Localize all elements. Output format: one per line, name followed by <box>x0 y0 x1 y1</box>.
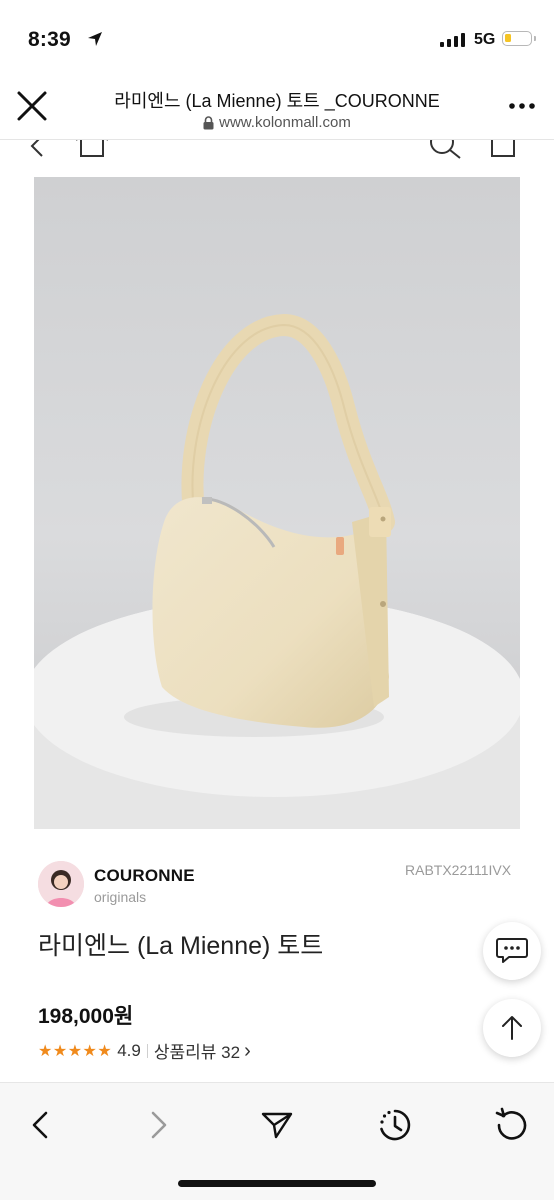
back-icon <box>32 1111 48 1139</box>
history-button[interactable] <box>373 1103 417 1147</box>
site-back-icon[interactable] <box>24 140 48 160</box>
reload-button[interactable] <box>490 1103 534 1147</box>
product-code: RABTX22111IVX <box>405 862 512 878</box>
brand-subtitle: originals <box>94 889 147 905</box>
battery-icon <box>502 31 536 46</box>
product-price: 198,000원 <box>38 1005 134 1028</box>
nav-forward-button[interactable] <box>137 1103 181 1147</box>
brand-name[interactable]: COURONNE <box>94 866 195 886</box>
chat-button[interactable] <box>483 922 541 980</box>
page-title: 라미엔느 (La Mienne) 토트 _COURONNE <box>114 91 440 111</box>
nav-back-button[interactable] <box>18 1103 62 1147</box>
home-indicator[interactable] <box>178 1180 376 1187</box>
scroll-top-button[interactable] <box>483 999 541 1057</box>
more-icon[interactable] <box>506 96 538 116</box>
arrow-up-icon <box>502 1016 522 1040</box>
page-url: www.kolonmall.com <box>120 114 434 131</box>
reload-icon <box>495 1107 527 1140</box>
location-arrow-icon <box>88 32 102 46</box>
product-name: 라미엔느 (La Mienne) 토트 <box>38 932 324 960</box>
status-time: 8:39 <box>28 28 71 51</box>
lock-icon <box>203 115 214 129</box>
review-text: 상품리뷰 32 <box>153 1043 241 1062</box>
review-link[interactable]: 상품리뷰 32 › <box>154 1038 251 1063</box>
rating-value: 4.9 <box>117 1040 141 1060</box>
share-button[interactable] <box>255 1103 299 1147</box>
forward-icon <box>151 1111 167 1139</box>
rating-row: ★★★★★ 4.9 상품리뷰 32 › <box>38 1038 251 1063</box>
rating-divider <box>146 1043 148 1058</box>
brand-avatar[interactable] <box>38 861 84 907</box>
chat-icon <box>496 938 528 963</box>
close-icon[interactable] <box>14 88 50 124</box>
url-text: www.kolonmall.com <box>219 114 351 131</box>
site-search-icon[interactable] <box>426 140 466 160</box>
signal-icon <box>440 33 465 47</box>
chevron-right-icon: › <box>244 1039 251 1062</box>
timer-icon <box>380 1109 411 1141</box>
network-type: 5G <box>474 31 496 48</box>
share-icon <box>261 1112 293 1139</box>
star-rating-icon: ★★★★★ <box>38 1042 113 1060</box>
product-image[interactable] <box>34 177 520 829</box>
site-cart-icon[interactable] <box>488 140 518 160</box>
site-home-icon[interactable] <box>74 140 110 160</box>
